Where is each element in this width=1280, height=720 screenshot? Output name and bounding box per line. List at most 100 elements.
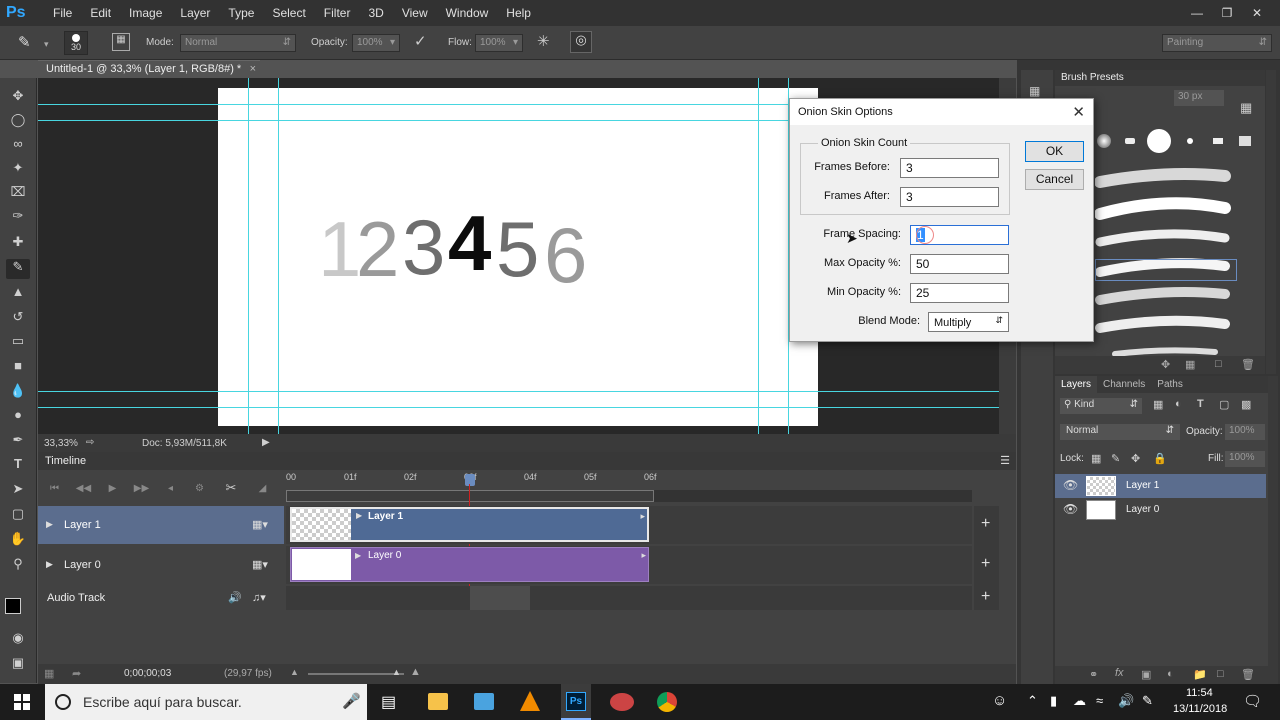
- close-tab-icon[interactable]: ×: [250, 63, 256, 75]
- layer-opacity-field[interactable]: 100%: [1225, 424, 1265, 440]
- magic-wand-icon[interactable]: ✦: [6, 160, 30, 180]
- cancel-button[interactable]: Cancel: [1025, 169, 1084, 190]
- document-canvas[interactable]: 1 2 3 4 5 6: [218, 88, 818, 426]
- action-center-icon[interactable]: 🗨: [1243, 692, 1262, 710]
- small-brush-tip-icon[interactable]: [1187, 138, 1193, 144]
- wifi-icon[interactable]: ≈: [1096, 693, 1103, 708]
- settings-gear-icon[interactable]: ⚙: [185, 483, 214, 494]
- pressure-size-icon[interactable]: ◎: [570, 31, 592, 53]
- menu-edit[interactable]: Edit: [81, 0, 120, 26]
- close-window-icon[interactable]: ✕: [1242, 2, 1272, 24]
- menu-window[interactable]: Window: [437, 0, 498, 26]
- paint-app-icon[interactable]: [610, 693, 634, 711]
- convert-frame-animation-icon[interactable]: ▦: [44, 667, 54, 680]
- link-layers-icon[interactable]: ⚭: [1089, 668, 1098, 681]
- restore-icon[interactable]: ❐: [1212, 2, 1242, 24]
- guide-line[interactable]: [38, 120, 789, 121]
- microphone-icon[interactable]: 🎤: [342, 692, 361, 710]
- filter-shape-icon[interactable]: ▢: [1219, 398, 1229, 411]
- menu-type[interactable]: Type: [219, 0, 263, 26]
- hard-round-brush-tip-icon[interactable]: [1147, 129, 1171, 153]
- menu-file[interactable]: File: [44, 0, 81, 26]
- taskbar-search-box[interactable]: Escribe aquí para buscar. 🎤: [45, 684, 367, 720]
- new-brush-preset-icon[interactable]: ▦: [1240, 100, 1252, 116]
- tab-layers[interactable]: Layers: [1055, 376, 1098, 393]
- quick-mask-icon[interactable]: ◉: [6, 630, 30, 650]
- frames-after-input[interactable]: 3: [900, 187, 999, 207]
- group-folder-icon[interactable]: 📁: [1193, 668, 1207, 681]
- next-frame-icon[interactable]: ▶▶: [127, 483, 156, 494]
- add-media-icon[interactable]: +: [981, 555, 990, 573]
- delete-layer-icon[interactable]: 🗑: [1241, 668, 1255, 681]
- menu-help[interactable]: Help: [497, 0, 540, 26]
- audio-toggle-icon[interactable]: ◂: [156, 483, 185, 494]
- lock-transparent-icon[interactable]: ▦: [1091, 452, 1101, 465]
- toggle-preview-icon[interactable]: ✥: [1161, 358, 1170, 371]
- flow-field[interactable]: 100% ▾: [475, 34, 523, 52]
- filter-smart-object-icon[interactable]: ▩: [1241, 398, 1251, 411]
- mode-select[interactable]: Normal ⇵: [180, 34, 296, 52]
- tab-channels[interactable]: Channels: [1097, 376, 1151, 393]
- brush-panel-toggle-icon[interactable]: ▦: [112, 33, 130, 51]
- lock-all-icon[interactable]: 🔒: [1153, 452, 1167, 465]
- film-strip-icon[interactable]: ▦▾: [252, 518, 268, 531]
- menu-filter[interactable]: Filter: [315, 0, 360, 26]
- clip-options-icon[interactable]: ▸: [641, 550, 646, 561]
- zoom-in-mountain-icon[interactable]: ▲: [410, 666, 421, 678]
- brush-grid-icon[interactable]: ▦: [1185, 358, 1195, 371]
- vlc-icon[interactable]: [520, 691, 540, 711]
- speaker-icon[interactable]: 🔊: [228, 591, 242, 604]
- filter-type-icon[interactable]: T: [1197, 398, 1204, 410]
- windows-start-icon[interactable]: [14, 694, 30, 710]
- rectangle-icon[interactable]: ▢: [6, 506, 30, 526]
- history-icon[interactable]: ▦: [1029, 84, 1040, 98]
- layer-name[interactable]: Layer 1: [1126, 480, 1159, 491]
- battery-icon[interactable]: ▮: [1050, 693, 1057, 709]
- menu-select[interactable]: Select: [263, 0, 314, 26]
- airbrush-icon[interactable]: ✳: [537, 32, 550, 50]
- brush-tool-icon[interactable]: ✎: [18, 33, 31, 51]
- clip-layer-1[interactable]: ▶ Layer 1 ▸: [290, 507, 649, 542]
- zoom-slider-thumb-icon[interactable]: ▲: [392, 667, 401, 677]
- chevron-up-icon[interactable]: ⌃: [1027, 693, 1038, 709]
- share-icon[interactable]: ⇨: [86, 437, 94, 448]
- brush-panel-scrollbar[interactable]: [1266, 70, 1276, 374]
- menu-view[interactable]: View: [393, 0, 437, 26]
- transition-icon[interactable]: ◢: [248, 483, 277, 494]
- brush-icon[interactable]: ✎: [6, 259, 30, 279]
- previous-frame-icon[interactable]: ◀◀: [69, 483, 98, 494]
- add-mask-icon[interactable]: ▣: [1141, 668, 1151, 681]
- work-area-range[interactable]: [286, 490, 654, 502]
- add-media-icon[interactable]: +: [981, 515, 990, 533]
- clip-options-icon[interactable]: ▸: [640, 511, 645, 522]
- gradient-icon[interactable]: ■: [6, 358, 30, 378]
- split-clip-scissors-icon[interactable]: ✂: [214, 480, 248, 496]
- document-tab[interactable]: Untitled-1 @ 33,3% (Layer 1, RGB/8#) * ×: [38, 60, 260, 78]
- layer-row-layer-0[interactable]: 👁 Layer 0: [1055, 498, 1266, 522]
- track-header-layer-0[interactable]: ▶ Layer 0 ▦▾: [38, 546, 284, 584]
- fill-field[interactable]: 100%: [1225, 451, 1265, 467]
- foreground-color-swatch[interactable]: [5, 598, 21, 614]
- play-icon[interactable]: ▶: [98, 483, 127, 494]
- visibility-eye-icon[interactable]: 👁: [1063, 502, 1078, 516]
- selected-brush-preset[interactable]: [1095, 259, 1237, 281]
- people-icon[interactable]: ☺: [992, 692, 1007, 709]
- brush-size-picker[interactable]: 30: [64, 31, 88, 55]
- zoom-level[interactable]: 33,33%: [44, 438, 78, 449]
- timeline-ruler[interactable]: 00 01f 02f 03f 04f 05f 06f: [286, 472, 976, 506]
- delete-brush-icon[interactable]: 🗑: [1241, 358, 1255, 371]
- track-header-layer-1[interactable]: ▶ Layer 1 ▦▾: [38, 506, 284, 544]
- zoom-out-mountain-icon[interactable]: ▲: [290, 667, 299, 677]
- add-audio-icon[interactable]: +: [981, 588, 990, 606]
- eraser-icon[interactable]: ▭: [6, 333, 30, 353]
- blend-mode-select[interactable]: Multiply ⇵: [928, 312, 1009, 332]
- brush-tip-icon[interactable]: [1213, 138, 1223, 144]
- render-video-icon[interactable]: ➦: [72, 667, 81, 680]
- min-opacity-input[interactable]: 25: [910, 283, 1009, 303]
- workspace-select[interactable]: Painting ⇵: [1162, 34, 1272, 52]
- track-header-audio[interactable]: Audio Track 🔊 ♫▾: [38, 586, 284, 610]
- guide-line[interactable]: [758, 78, 759, 434]
- minimize-icon[interactable]: —: [1182, 2, 1212, 24]
- menu-layer[interactable]: Layer: [171, 0, 219, 26]
- tab-paths[interactable]: Paths: [1151, 376, 1189, 393]
